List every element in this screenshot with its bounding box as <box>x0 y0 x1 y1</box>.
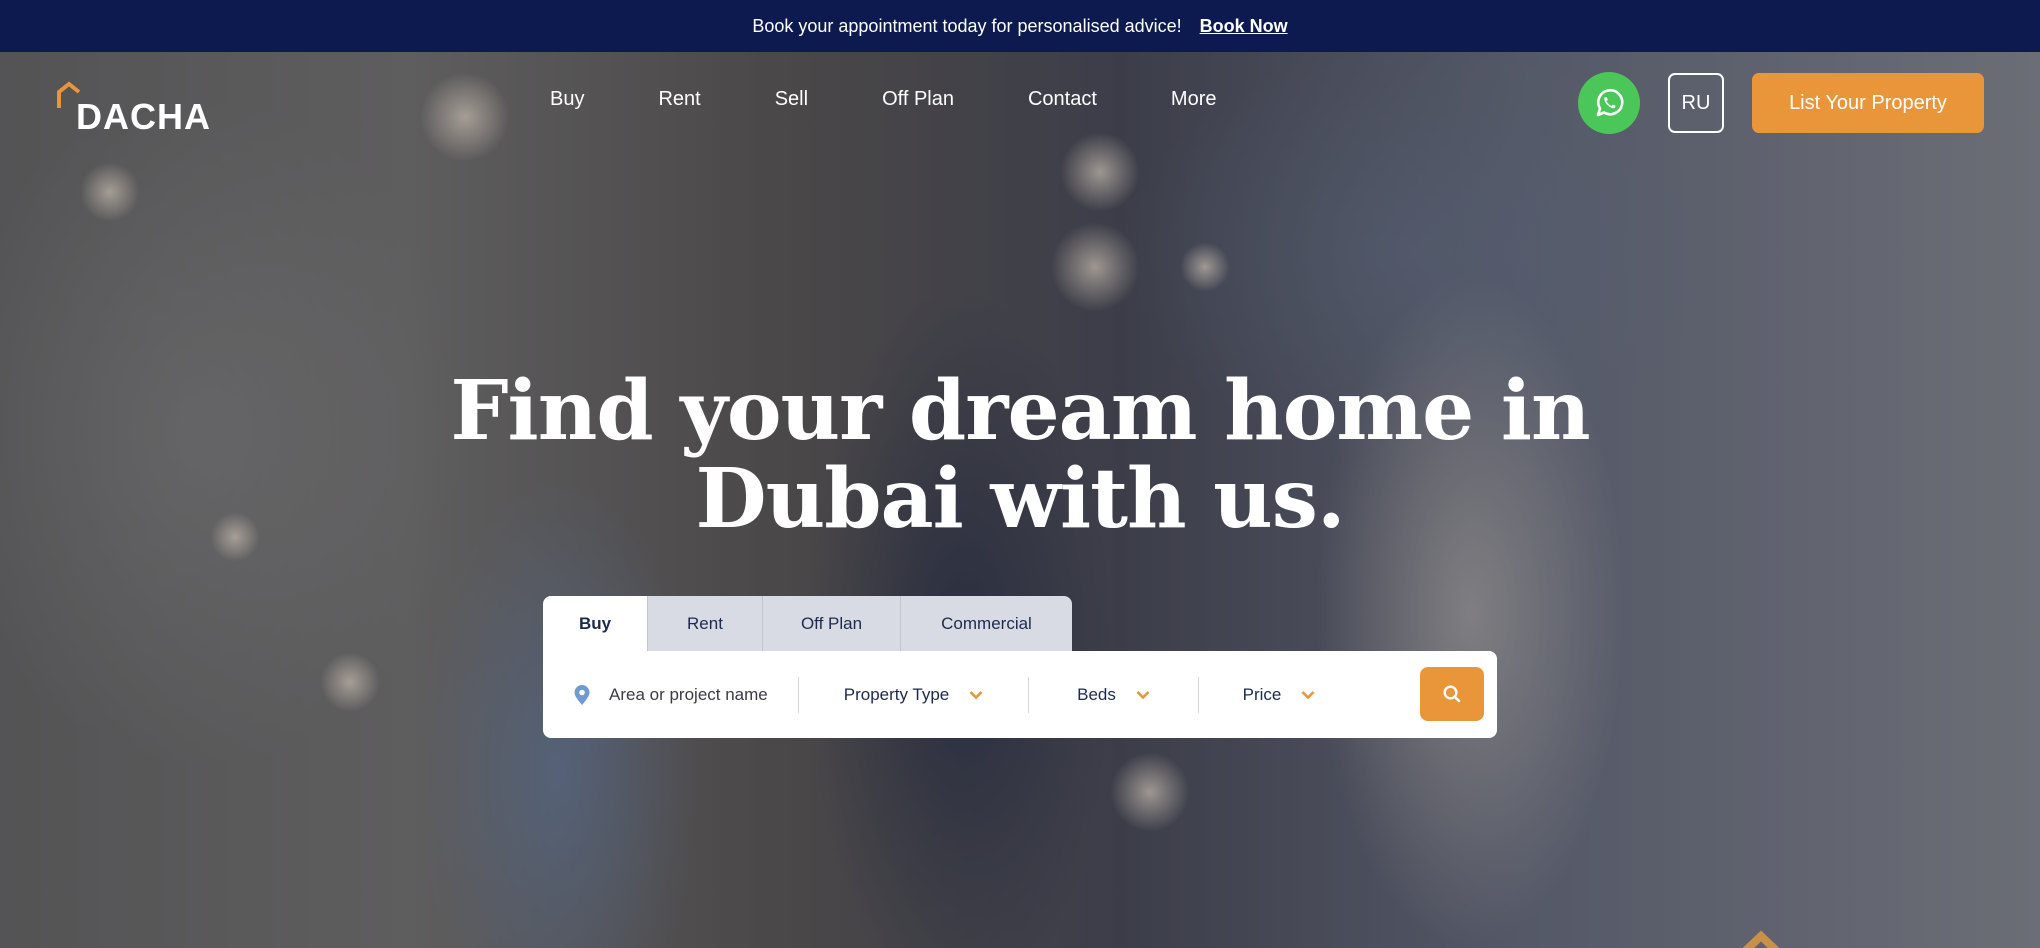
tab-off-plan[interactable]: Off Plan <box>763 596 901 651</box>
house-logo-icon <box>1742 930 1780 948</box>
nav-item-sell[interactable]: Sell <box>775 88 808 111</box>
property-type-dropdown[interactable]: Property Type <box>799 676 1029 713</box>
search-icon <box>1443 685 1461 703</box>
area-search-input[interactable] <box>609 684 779 705</box>
nav-item-more[interactable]: More <box>1171 88 1217 111</box>
logo-text: DACHA <box>76 96 211 137</box>
price-label: Price <box>1242 684 1282 704</box>
beds-label: Beds <box>1077 684 1116 704</box>
nav-item-off-plan[interactable]: Off Plan <box>882 88 954 111</box>
search-tabs: Buy Rent Off Plan Commercial <box>543 596 1072 651</box>
hero-headline: Find your dream home in Dubai with us. <box>420 367 1620 543</box>
beds-dropdown[interactable]: Beds <box>1029 676 1199 713</box>
hero-headline-line2: Dubai with us. <box>695 451 1345 547</box>
language-switch-button[interactable]: RU <box>1668 73 1724 133</box>
chevron-down-icon <box>1301 690 1315 699</box>
tab-buy[interactable]: Buy <box>543 596 648 651</box>
logo[interactable]: DACHA <box>56 80 216 137</box>
whatsapp-icon <box>1596 88 1624 117</box>
hero-headline-line1: Find your dream home in <box>450 363 1590 459</box>
nav-item-contact[interactable]: Contact <box>1028 88 1097 111</box>
area-field <box>543 676 799 713</box>
announcement-bar: Book your appointment today for personal… <box>0 0 2040 52</box>
chevron-down-icon <box>969 690 983 699</box>
nav-item-buy[interactable]: Buy <box>550 88 584 111</box>
location-pin-icon <box>574 684 590 705</box>
chevron-down-icon <box>1136 690 1150 699</box>
search-button[interactable] <box>1420 667 1484 721</box>
list-property-button[interactable]: List Your Property <box>1752 73 1984 133</box>
hero-section: DACHA Buy Rent Sell Off Plan Contact Mor… <box>0 52 2040 948</box>
property-type-label: Property Type <box>843 684 950 704</box>
nav-item-rent[interactable]: Rent <box>658 88 700 111</box>
main-nav: Buy Rent Sell Off Plan Contact More <box>550 88 1217 111</box>
book-now-link[interactable]: Book Now <box>1200 16 1288 37</box>
search-bar: Property Type Beds Price <box>543 651 1497 738</box>
whatsapp-button[interactable] <box>1578 72 1640 134</box>
price-dropdown[interactable]: Price <box>1199 677 1359 713</box>
announcement-text: Book your appointment today for personal… <box>752 15 1182 36</box>
tab-rent[interactable]: Rent <box>648 596 763 651</box>
tab-commercial[interactable]: Commercial <box>901 596 1072 651</box>
